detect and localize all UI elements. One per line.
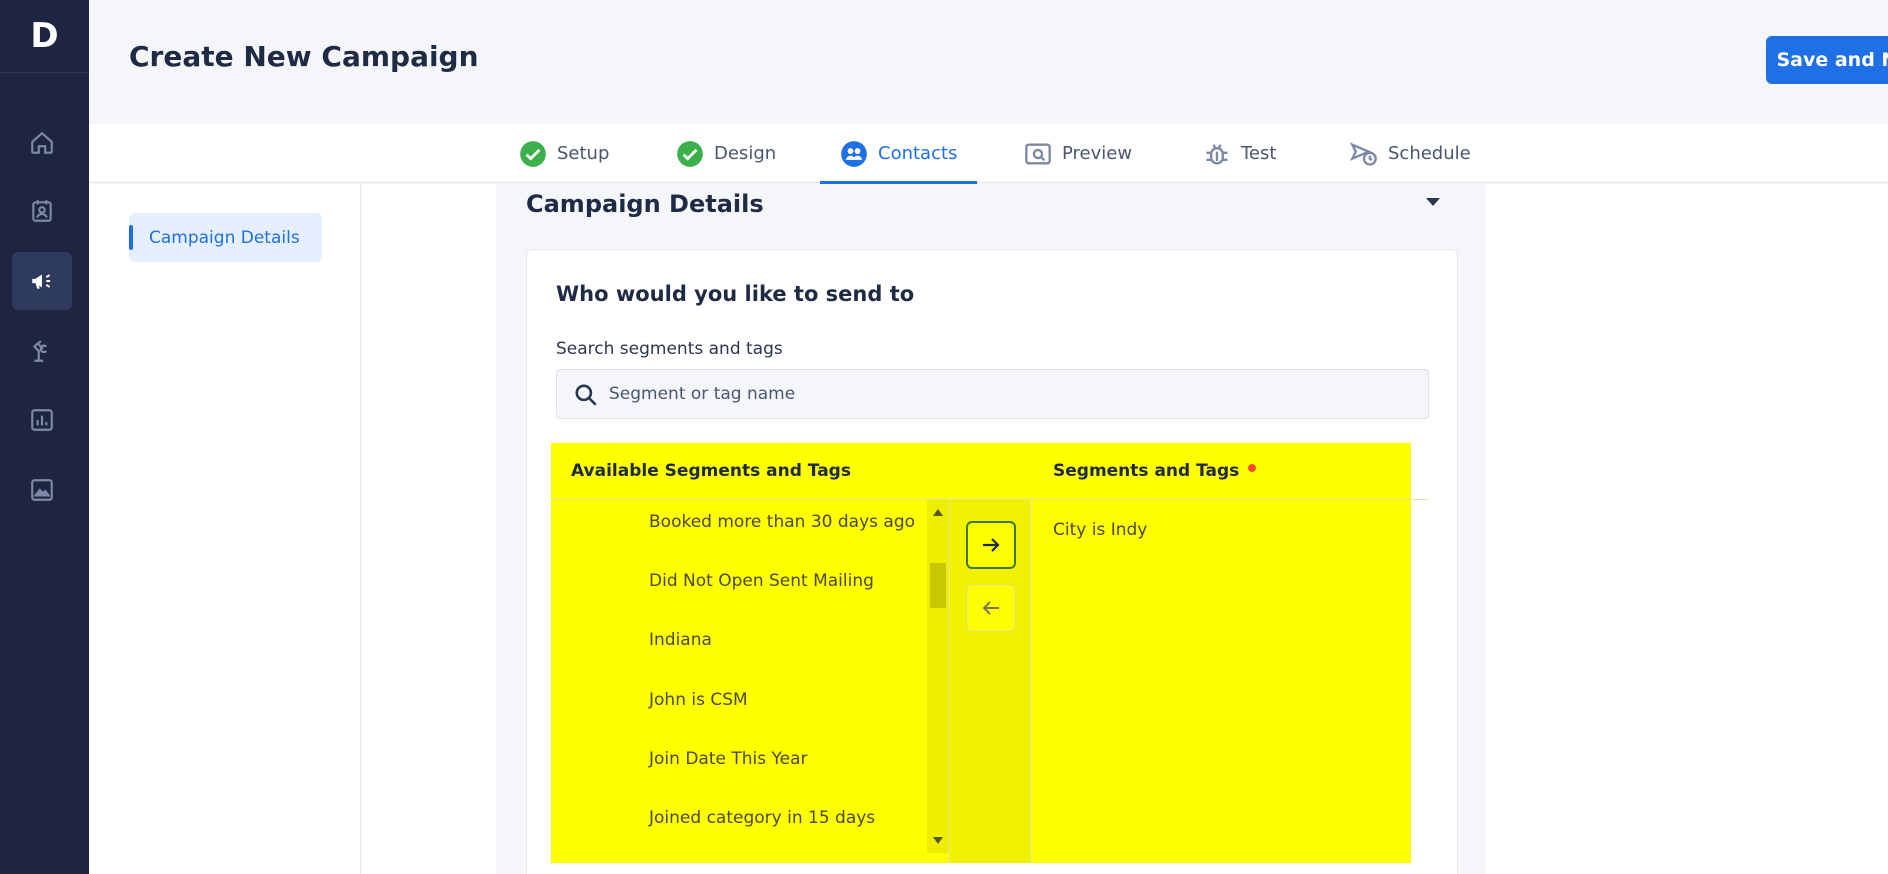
list-item[interactable]: John is CSM [649,690,748,710]
logo-letter: D [30,16,59,56]
tab-label: Design [714,143,777,164]
move-right-button[interactable] [966,521,1016,569]
section-title: Campaign Details [526,190,764,218]
card-title: Who would you like to send to [556,282,915,306]
image-icon [31,479,53,501]
app-logo[interactable]: D [0,0,89,73]
schedule-send-icon [1350,141,1377,166]
automation-icon [32,340,48,362]
tab-test[interactable]: Test [1203,124,1276,183]
available-scrollbar[interactable] [927,500,949,853]
list-item[interactable]: Join Date This Year [649,749,808,769]
required-dot-icon [1248,464,1257,472]
nav-automation[interactable] [12,322,72,380]
move-left-button[interactable] [966,584,1016,632]
tab-preview[interactable]: Preview [1024,124,1132,183]
list-item[interactable]: Indiana [649,630,712,650]
search-input[interactable] [609,370,1409,418]
content-column: Campaign Details Who would you like to s… [496,184,1486,874]
home-icon [31,131,53,154]
check-circle-icon [520,140,546,167]
tab-contacts[interactable]: Contacts [819,124,978,184]
arrow-left-icon [982,601,999,615]
tab-design[interactable]: Design [676,124,776,183]
tab-setup[interactable]: Setup [519,124,609,183]
side-link-campaign-details[interactable]: Campaign Details [129,213,322,262]
selected-header: Segments and Tags [1053,461,1240,481]
list-item[interactable]: Did Not Open Sent Mailing [649,571,874,591]
left-nav-pane: Campaign Details [89,184,361,874]
nav-reports[interactable] [12,391,72,449]
contacts-group-icon [841,140,867,167]
collapse-caret-icon[interactable] [1426,198,1440,206]
nav-media[interactable] [12,461,72,519]
scroll-down-icon[interactable] [933,837,943,844]
bug-icon [1206,143,1228,164]
arrow-right-icon [983,538,1000,552]
page-header: Create New Campaign Save and Next [89,0,1888,124]
step-tabs: Setup Design Contacts Preview Test Sched… [89,124,1888,184]
nav-contacts[interactable] [12,182,72,240]
tab-label: Contacts [878,143,958,164]
check-circle-icon [677,140,703,167]
preview-icon [1025,143,1051,164]
list-item[interactable]: Joined category in 15 days [649,808,875,828]
audience-card: Who would you like to send to Search seg… [526,249,1458,874]
tab-label: Setup [557,143,610,164]
search-icon [575,384,597,406]
scroll-up-icon[interactable] [933,509,943,516]
list-item[interactable]: Booked more than 30 days ago [649,512,915,532]
bar-chart-icon [31,409,53,431]
tab-label: Schedule [1388,143,1471,164]
main-pane: Campaign Details Who would you like to s… [362,184,1888,874]
save-and-next-button[interactable]: Save and Next [1766,36,1888,84]
search-box [556,369,1429,419]
selected-header-wrap: Segments and Tags [1053,443,1257,499]
selected-list-item[interactable]: City is Indy [1053,520,1147,540]
segment-transfer-list: Available Segments and Tags Segments and… [551,443,1427,863]
tab-label: Test [1241,143,1277,164]
megaphone-icon [32,274,51,289]
tab-schedule[interactable]: Schedule [1350,124,1471,183]
available-list: Booked more than 30 days ago Did Not Ope… [551,500,931,853]
page-title: Create New Campaign [129,40,479,73]
search-label: Search segments and tags [556,339,783,359]
available-header: Available Segments and Tags [571,461,851,481]
nav-home[interactable] [12,114,72,172]
scroll-thumb[interactable] [930,563,946,608]
tab-label: Preview [1062,143,1133,164]
sidebar: D [0,0,89,874]
nav-campaigns[interactable] [12,252,72,310]
transfer-buttons [949,500,1031,863]
contacts-card-icon [32,200,52,222]
